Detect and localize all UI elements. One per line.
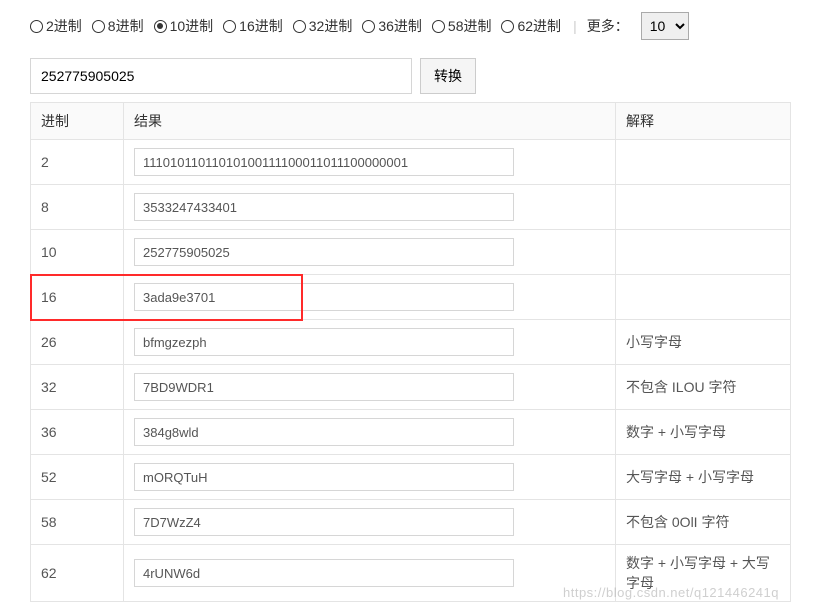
radio-label: 8进制 <box>108 16 144 36</box>
radio-icon <box>154 20 167 33</box>
cell-explain <box>616 275 791 320</box>
table-row: 10 <box>31 230 791 275</box>
cell-result <box>124 545 616 602</box>
cell-explain: 数字 + 小写字母 <box>616 410 791 455</box>
radio-16[interactable]: 16进制 <box>223 16 283 36</box>
cell-base: 32 <box>31 365 124 410</box>
table-row: 26 小写字母 <box>31 320 791 365</box>
result-input[interactable] <box>134 508 514 536</box>
result-input[interactable] <box>134 328 514 356</box>
radio-label: 10进制 <box>170 16 214 36</box>
table-row: 32 不包含 ILOU 字符 <box>31 365 791 410</box>
result-input[interactable] <box>134 238 514 266</box>
header-base: 进制 <box>31 103 124 140</box>
header-explain: 解释 <box>616 103 791 140</box>
header-result: 结果 <box>124 103 616 140</box>
results-table: 进制 结果 解释 28101626 小写字母 32 不包含 ILOU 字符 36 数字 +… <box>30 102 791 602</box>
radio-label: 2进制 <box>46 16 82 36</box>
result-input[interactable] <box>134 463 514 491</box>
result-input[interactable] <box>134 283 514 311</box>
result-input[interactable] <box>134 193 514 221</box>
radio-icon <box>92 20 105 33</box>
radio-icon <box>293 20 306 33</box>
cell-result <box>124 140 616 185</box>
radio-icon <box>432 20 445 33</box>
radio-10[interactable]: 10进制 <box>154 16 214 36</box>
cell-explain <box>616 230 791 275</box>
radio-32[interactable]: 32进制 <box>293 16 353 36</box>
table-row: 36 数字 + 小写字母 <box>31 410 791 455</box>
radio-label: 62进制 <box>517 16 561 36</box>
radio-label: 32进制 <box>309 16 353 36</box>
cell-base: 62 <box>31 545 124 602</box>
result-input[interactable] <box>134 148 514 176</box>
cell-result <box>124 275 616 320</box>
radio-icon <box>30 20 43 33</box>
radio-8[interactable]: 8进制 <box>92 16 144 36</box>
table-row: 52 大写字母 + 小写字母 <box>31 455 791 500</box>
cell-base: 36 <box>31 410 124 455</box>
radio-58[interactable]: 58进制 <box>432 16 492 36</box>
cell-result <box>124 365 616 410</box>
cell-base: 16 <box>31 275 124 320</box>
cell-result <box>124 500 616 545</box>
cell-explain: 小写字母 <box>616 320 791 365</box>
cell-base: 52 <box>31 455 124 500</box>
cell-base: 58 <box>31 500 124 545</box>
radio-2[interactable]: 2进制 <box>30 16 82 36</box>
radio-label: 36进制 <box>378 16 422 36</box>
cell-explain <box>616 185 791 230</box>
radio-36[interactable]: 36进制 <box>362 16 422 36</box>
radio-icon <box>223 20 236 33</box>
cell-result <box>124 455 616 500</box>
results-table-wrap: 进制 结果 解释 28101626 小写字母 32 不包含 ILOU 字符 36 数字 +… <box>30 102 791 602</box>
table-row: 2 <box>31 140 791 185</box>
result-input[interactable] <box>134 373 514 401</box>
radio-62[interactable]: 62进制 <box>501 16 561 36</box>
cell-base: 2 <box>31 140 124 185</box>
number-input[interactable] <box>30 58 412 94</box>
cell-explain: 不包含 ILOU 字符 <box>616 365 791 410</box>
input-row: 转换 <box>30 58 791 94</box>
cell-explain: 大写字母 + 小写字母 <box>616 455 791 500</box>
cell-result <box>124 230 616 275</box>
cell-explain <box>616 140 791 185</box>
more-label: 更多： <box>587 16 629 36</box>
result-input[interactable] <box>134 559 514 587</box>
more-select[interactable]: 10 <box>641 12 689 40</box>
radio-label: 16进制 <box>239 16 283 36</box>
result-input[interactable] <box>134 418 514 446</box>
cell-base: 10 <box>31 230 124 275</box>
table-row: 8 <box>31 185 791 230</box>
cell-base: 26 <box>31 320 124 365</box>
convert-button[interactable]: 转换 <box>420 58 476 94</box>
radio-label: 58进制 <box>448 16 492 36</box>
more-separator: | <box>573 18 577 34</box>
cell-explain: 数字 + 小写字母 + 大写字母 <box>616 545 791 602</box>
cell-result <box>124 320 616 365</box>
cell-result <box>124 185 616 230</box>
cell-result <box>124 410 616 455</box>
table-row: 16 <box>31 275 791 320</box>
base-radio-row: 2进制 8进制 10进制 16进制 32进制 36进制 58进制 62进制 | 更多： 10 <box>30 12 791 40</box>
cell-explain: 不包含 0OlI 字符 <box>616 500 791 545</box>
radio-icon <box>501 20 514 33</box>
table-row: 62 数字 + 小写字母 + 大写字母 <box>31 545 791 602</box>
table-row: 58 不包含 0OlI 字符 <box>31 500 791 545</box>
cell-base: 8 <box>31 185 124 230</box>
radio-icon <box>362 20 375 33</box>
